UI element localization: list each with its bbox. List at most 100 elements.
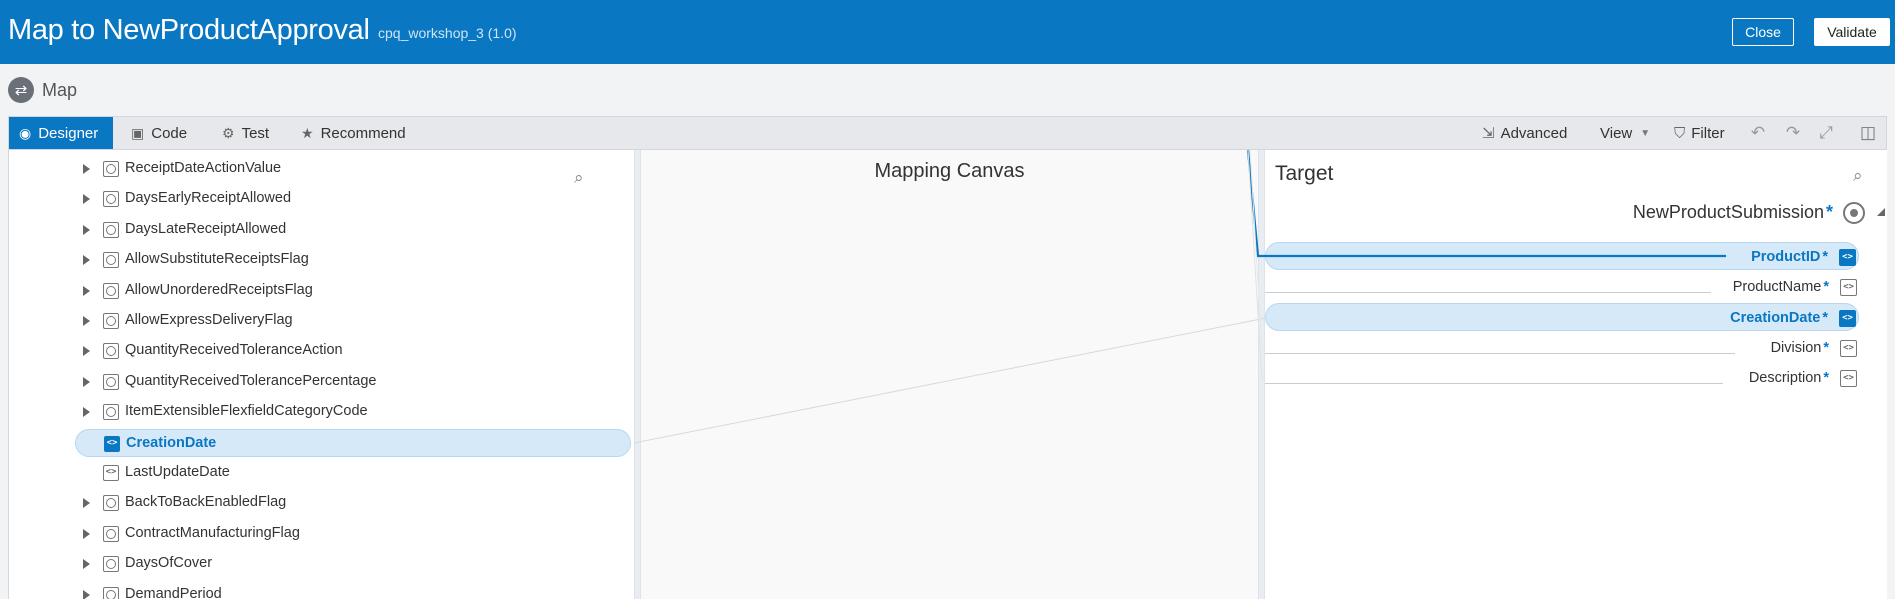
collapse-icon[interactable]: [1877, 208, 1885, 216]
guide-line: [1265, 352, 1735, 354]
expand-arrow-icon[interactable]: [83, 376, 90, 387]
source-node-label: AllowExpressDeliveryFlag: [125, 312, 293, 328]
tab-designer-label: Designer: [38, 124, 99, 142]
required-mark: *: [1822, 249, 1828, 265]
required-mark: *: [1823, 278, 1829, 295]
star-icon: ★: [301, 124, 314, 141]
toolbar: ◉ Designer ▣ Code ⚙ Test ★ Recommend ⇲ A…: [8, 116, 1887, 150]
source-node[interactable]: BackToBackEnabledFlag: [9, 489, 629, 517]
source-node-label: ContractManufacturingFlag: [125, 524, 300, 541]
expand-arrow-icon[interactable]: [83, 255, 90, 266]
source-node[interactable]: QuantityReceivedTolerancePercentage: [9, 368, 629, 396]
element-node-icon: <>: [104, 435, 120, 452]
source-node-label: QuantityReceivedToleranceAction: [125, 342, 343, 359]
expand-arrow-icon[interactable]: [83, 528, 90, 539]
source-node-label: QuantityReceivedTolerancePercentage: [125, 372, 377, 389]
complex-node-icon: [103, 373, 119, 390]
expand-icon[interactable]: ⤢: [1815, 122, 1837, 144]
tab-designer[interactable]: ◉ Designer: [9, 117, 113, 149]
expand-arrow-icon[interactable]: [83, 346, 90, 357]
target-node[interactable]: ProductName * <>: [1265, 273, 1887, 301]
header-bar: Map to NewProductApproval cpq_workshop_3…: [0, 0, 1895, 64]
element-node-icon: <>: [1839, 249, 1856, 266]
advanced-label: Advanced: [1500, 124, 1568, 142]
target-node[interactable]: ProductID * <>: [1265, 242, 1859, 270]
view-menu[interactable]: View ▼: [1600, 117, 1650, 149]
view-label: View: [1600, 124, 1633, 142]
breadcrumb-label: Map: [42, 79, 78, 100]
target-node[interactable]: Description * <>: [1265, 364, 1887, 392]
close-button[interactable]: Close: [1732, 18, 1794, 46]
source-node[interactable]: ReceiptDateActionValue: [9, 155, 629, 183]
source-node[interactable]: AllowUnorderedReceiptsFlag: [9, 277, 629, 305]
expand-arrow-icon[interactable]: [83, 285, 90, 296]
target-node[interactable]: Division * <>: [1265, 334, 1887, 362]
complex-node-icon: [103, 252, 119, 269]
expand-arrow-icon[interactable]: [83, 224, 90, 235]
mapping-canvas: Mapping Canvas: [641, 150, 1258, 599]
source-node[interactable]: ContractManufacturingFlag: [9, 520, 629, 548]
filter-label: Filter: [1691, 124, 1725, 142]
source-node[interactable]: ItemExtensibleFlexfieldCategoryCode: [9, 398, 629, 426]
source-node[interactable]: DaysLateReceiptAllowed: [9, 216, 629, 244]
source-node-label: DemandPeriod: [125, 585, 222, 599]
gear-icon: ⚙: [222, 124, 235, 141]
target-node-label: ProductName: [1732, 278, 1822, 295]
expand-arrow-icon[interactable]: [83, 316, 90, 326]
target-node-label: Description: [1748, 370, 1822, 386]
complex-node-icon: [103, 586, 119, 599]
source-node-label: AllowSubstituteReceiptsFlag: [125, 251, 309, 268]
expand-arrow-icon[interactable]: [83, 498, 90, 509]
tab-code-label: Code: [151, 124, 188, 142]
designer-icon: ◉: [19, 124, 32, 141]
source-node[interactable]: DaysEarlyReceiptAllowed: [9, 185, 629, 213]
expand-arrow-icon[interactable]: [83, 407, 90, 418]
advanced-button[interactable]: ⇲ Advanced: [1482, 117, 1567, 149]
search-icon[interactable]: ⌕: [1853, 166, 1863, 186]
chevron-down-icon: ▼: [1640, 127, 1651, 139]
validate-button[interactable]: Validate: [1814, 18, 1890, 46]
source-node[interactable]: DemandPeriod: [9, 581, 629, 599]
filter-icon: ⛉: [1674, 124, 1686, 142]
source-node-label: BackToBackEnabledFlag: [125, 494, 287, 511]
required-mark: *: [1822, 310, 1828, 326]
target-root-node[interactable]: NewProductSubmission *: [1265, 198, 1887, 228]
tab-code[interactable]: ▣ Code: [121, 117, 197, 149]
expand-arrow-icon[interactable]: [83, 559, 90, 570]
source-node[interactable]: DaysOfCover: [9, 550, 629, 578]
element-node-icon: <>: [1840, 278, 1857, 296]
expand-arrow-icon[interactable]: [83, 589, 90, 599]
source-node[interactable]: AllowExpressDeliveryFlag: [9, 307, 629, 335]
source-node-label: CreationDate: [126, 434, 217, 451]
expand-arrow-icon[interactable]: [83, 194, 90, 205]
source-node-label: ItemExtensibleFlexfieldCategoryCode: [125, 403, 368, 420]
source-node-label: DaysOfCover: [125, 555, 213, 572]
source-node[interactable]: <> CreationDate: [75, 428, 631, 457]
filter-button[interactable]: ⛉ Filter: [1674, 117, 1725, 149]
target-node[interactable]: CreationDate * <>: [1265, 303, 1859, 331]
right-splitter[interactable]: [1258, 150, 1265, 599]
target-node-label: Division: [1770, 339, 1822, 356]
tab-test[interactable]: ⚙ Test: [212, 117, 279, 149]
required-mark: *: [1823, 339, 1829, 356]
expand-arrow-icon[interactable]: [83, 164, 90, 174]
panel-toggle-icon[interactable]: ◫: [1857, 122, 1879, 144]
required-mark: *: [1823, 370, 1829, 386]
element-node-icon: <>: [1839, 310, 1856, 327]
left-splitter[interactable]: [634, 150, 641, 599]
source-node[interactable]: QuantityReceivedToleranceAction: [9, 337, 629, 365]
complex-node-icon: [103, 221, 119, 238]
target-node-label: ProductID: [1751, 249, 1821, 265]
map-icon: ⇄: [8, 77, 34, 103]
source-node[interactable]: <> LastUpdateDate: [9, 459, 629, 487]
complex-node-icon: [103, 495, 119, 512]
source-node[interactable]: AllowSubstituteReceiptsFlag: [9, 246, 629, 274]
advanced-icon: ⇲: [1482, 125, 1495, 142]
undo-icon[interactable]: ↶: [1747, 122, 1769, 144]
tab-recommend[interactable]: ★ Recommend: [291, 117, 416, 149]
target-title: Target: [1275, 162, 1334, 185]
breadcrumb: ⇄ Map: [8, 76, 77, 104]
redo-icon[interactable]: ↷: [1782, 122, 1804, 144]
source-node-label: DaysLateReceiptAllowed: [125, 220, 287, 237]
canvas-title: Mapping Canvas: [874, 160, 1025, 182]
